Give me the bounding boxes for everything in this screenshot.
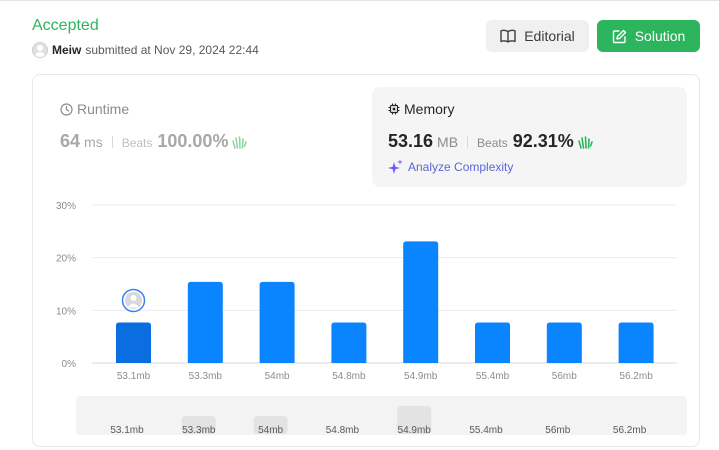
memory-beats-value: 92.31% (512, 131, 574, 151)
runtime-title-text: Runtime (77, 101, 130, 117)
submitted-timestamp: submitted at Nov 29, 2024 22:44 (85, 43, 259, 57)
analyze-complexity-link[interactable]: Analyze Complexity (388, 159, 513, 174)
analyze-complexity-label: Analyze Complexity (408, 159, 514, 174)
solution-button[interactable]: Solution (597, 20, 700, 52)
memory-value: 53.16 (388, 131, 434, 151)
solution-label: Solution (634, 28, 686, 44)
runtime-unit: ms (84, 134, 103, 150)
runtime-beats-value: 100.00% (157, 131, 229, 151)
editorial-button[interactable]: Editorial (486, 20, 589, 52)
memory-beats-label: Beats (477, 136, 508, 150)
sparkles-icon (388, 159, 403, 174)
edit-icon (612, 29, 626, 43)
top-divider (0, 0, 719, 1)
runtime-title: Runtime (60, 101, 129, 117)
runtime-card[interactable]: Runtime 64 ms Beats 100.00% (44, 87, 360, 187)
memory-title-text: Memory (404, 101, 455, 117)
memory-title: Memory (388, 101, 455, 117)
runtime-value: 64 (60, 131, 81, 151)
username-link[interactable]: Meiw (52, 43, 81, 57)
submitter-info: Meiw submitted at Nov 29, 2024 22:44 (32, 42, 259, 58)
book-open-icon (500, 29, 516, 43)
runtime-separator (111, 135, 113, 148)
chip-icon (388, 103, 400, 115)
clock-icon (60, 102, 73, 116)
clap-hands-icon (232, 135, 248, 149)
runtime-metric: 64 ms Beats 100.00% (60, 131, 248, 152)
editorial-label: Editorial (524, 28, 575, 44)
runtime-beats-label: Beats (121, 136, 153, 150)
memory-card[interactable]: Memory 53.16 MB Beats 92.31% Analyze Com… (372, 87, 687, 187)
memory-unit: MB (437, 134, 459, 150)
clap-hands-icon (577, 135, 593, 149)
memory-separator (467, 135, 469, 148)
user-avatar[interactable] (32, 42, 48, 58)
submission-status: Accepted (32, 17, 99, 34)
memory-metric: 53.16 MB Beats 92.31% (388, 131, 593, 152)
